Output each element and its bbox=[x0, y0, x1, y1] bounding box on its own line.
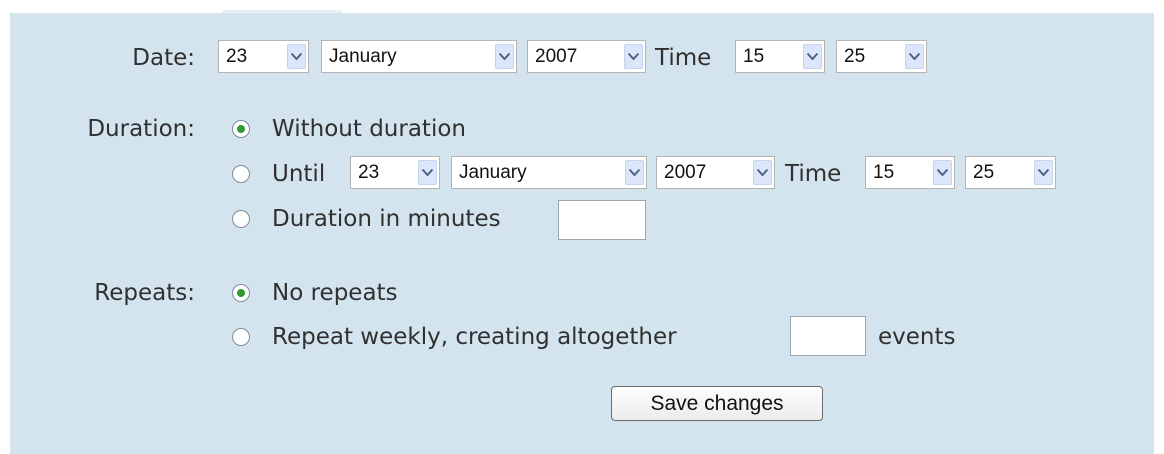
until-day-select[interactable]: 23 bbox=[350, 156, 440, 189]
duration-until-label: Until bbox=[272, 161, 326, 187]
chevron-down-icon bbox=[418, 160, 437, 185]
chevron-down-icon bbox=[287, 44, 306, 69]
chevron-down-icon bbox=[1034, 160, 1053, 185]
date-month-select[interactable]: January bbox=[321, 40, 517, 73]
save-changes-button[interactable]: Save changes bbox=[611, 386, 823, 421]
date-day-value: 23 bbox=[226, 46, 248, 67]
duration-label: Duration: bbox=[87, 116, 195, 142]
repeat-weekly-label: Repeat weekly, creating altogether bbox=[272, 324, 677, 350]
date-minute-value: 25 bbox=[844, 46, 866, 67]
chevron-down-icon bbox=[495, 44, 514, 69]
duration-minutes-radio[interactable] bbox=[232, 210, 250, 228]
chevron-down-icon bbox=[753, 160, 772, 185]
chevron-down-icon bbox=[905, 44, 924, 69]
duration-until-radio[interactable] bbox=[232, 165, 250, 183]
date-month-value: January bbox=[329, 46, 397, 67]
chevron-down-icon bbox=[625, 160, 644, 185]
until-minute-value: 25 bbox=[973, 162, 995, 183]
no-repeats-label: No repeats bbox=[272, 280, 398, 306]
until-year-select[interactable]: 2007 bbox=[656, 156, 775, 189]
until-time-label: Time bbox=[785, 161, 842, 187]
until-year-value: 2007 bbox=[664, 162, 707, 183]
date-day-select[interactable]: 23 bbox=[218, 40, 309, 73]
radio-selected-dot bbox=[237, 125, 245, 133]
date-year-value: 2007 bbox=[535, 46, 578, 67]
chevron-down-icon bbox=[624, 44, 643, 69]
duration-without-label: Without duration bbox=[272, 116, 466, 142]
until-hour-value: 15 bbox=[873, 162, 895, 183]
until-minute-select[interactable]: 25 bbox=[965, 156, 1056, 189]
date-hour-select[interactable]: 15 bbox=[735, 40, 825, 73]
date-year-select[interactable]: 2007 bbox=[527, 40, 646, 73]
repeat-weekly-radio[interactable] bbox=[232, 328, 250, 346]
date-hour-value: 15 bbox=[743, 46, 765, 67]
repeat-events-label: events bbox=[878, 324, 956, 350]
until-hour-select[interactable]: 15 bbox=[865, 156, 955, 189]
until-month-value: January bbox=[459, 162, 527, 183]
until-day-value: 23 bbox=[358, 162, 380, 183]
duration-minutes-label: Duration in minutes bbox=[272, 206, 501, 232]
until-month-select[interactable]: January bbox=[451, 156, 647, 189]
date-label: Date: bbox=[132, 45, 195, 71]
chevron-down-icon bbox=[933, 160, 952, 185]
date-time-label: Time bbox=[655, 45, 712, 71]
radio-selected-dot bbox=[237, 289, 245, 297]
chevron-down-icon bbox=[803, 44, 822, 69]
repeat-count-input[interactable] bbox=[790, 316, 866, 356]
duration-minutes-input[interactable] bbox=[558, 200, 646, 240]
date-minute-select[interactable]: 25 bbox=[836, 40, 927, 73]
no-repeats-radio[interactable] bbox=[232, 284, 250, 302]
repeats-label: Repeats: bbox=[94, 280, 195, 306]
duration-without-radio[interactable] bbox=[232, 120, 250, 138]
